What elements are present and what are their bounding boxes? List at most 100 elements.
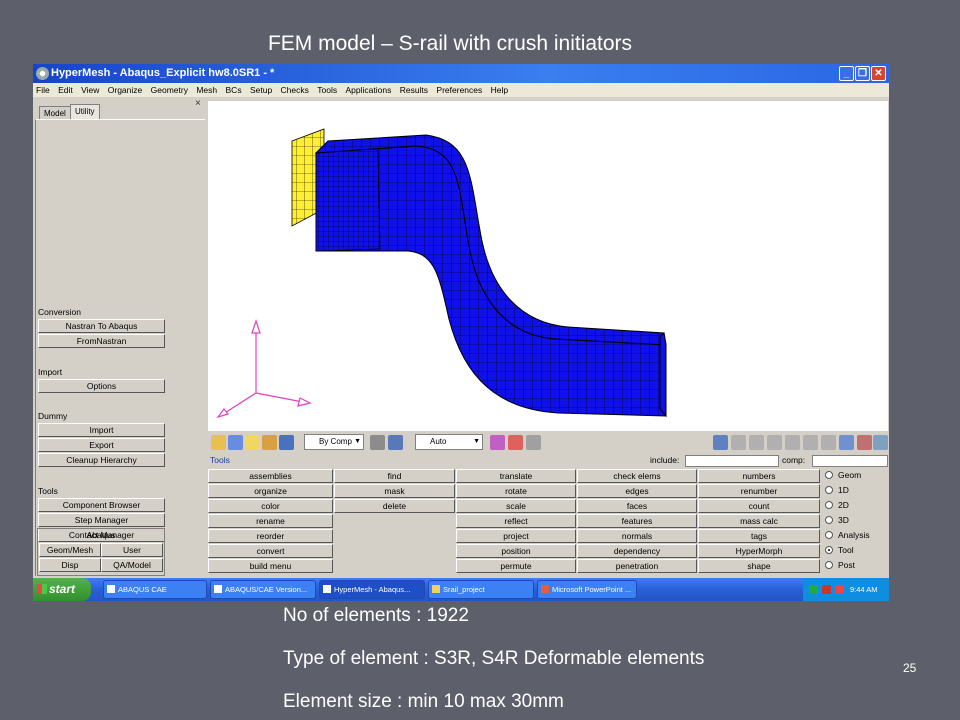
menu-geometry[interactable]: Geometry — [148, 83, 191, 97]
import-button[interactable]: Import — [38, 423, 165, 437]
menu-setup[interactable]: Setup — [247, 83, 275, 97]
tab-utility[interactable]: Utility — [70, 104, 100, 119]
menu-help[interactable]: Help — [488, 83, 511, 97]
fit-icon[interactable] — [767, 435, 782, 450]
cleanup-hierarchy-button[interactable]: Cleanup Hierarchy — [38, 453, 165, 467]
dependency-button[interactable]: dependency — [577, 544, 697, 558]
radio-2d[interactable]: 2D — [825, 500, 849, 510]
components-icon[interactable] — [245, 435, 260, 450]
wireframe-icon[interactable] — [370, 435, 385, 450]
menu-results[interactable]: Results — [397, 83, 431, 97]
radio-geom[interactable]: Geom — [825, 470, 861, 480]
vector-icon[interactable] — [508, 435, 523, 450]
taskbar-item-hypermesh[interactable]: HyperMesh - Abaqus... — [319, 580, 425, 599]
radio-post[interactable]: Post — [825, 560, 855, 570]
menu-file[interactable]: File — [33, 83, 53, 97]
antivirus-icon[interactable] — [835, 585, 844, 594]
user-button[interactable]: User — [101, 543, 163, 557]
normals-button[interactable]: normals — [577, 529, 697, 543]
from-nastran-button[interactable]: FromNastran — [38, 334, 165, 348]
hand-icon[interactable] — [821, 435, 836, 450]
view-icon[interactable] — [839, 435, 854, 450]
radio-analysis[interactable]: Analysis — [825, 530, 870, 540]
cube-icon[interactable] — [279, 435, 294, 450]
taskbar-item-srail-project[interactable]: Srail_project — [428, 580, 534, 599]
menu-bcs[interactable]: BCs — [223, 83, 245, 97]
step-manager-button[interactable]: Step Manager — [38, 513, 165, 527]
rotate-icon[interactable] — [785, 435, 800, 450]
edges-button[interactable]: edges — [577, 484, 697, 498]
menu-checks[interactable]: Checks — [278, 83, 312, 97]
numbers-button[interactable]: numbers — [698, 469, 820, 483]
zoom-icon[interactable] — [731, 435, 746, 450]
color-button[interactable]: color — [208, 499, 333, 513]
faces-button[interactable]: faces — [577, 499, 697, 513]
nastran-to-abaqus-button[interactable]: Nastran To Abaqus — [38, 319, 165, 333]
open-file-icon[interactable] — [211, 435, 226, 450]
clip-icon[interactable] — [490, 435, 505, 450]
convert-button[interactable]: convert — [208, 544, 333, 558]
security-icon[interactable] — [822, 585, 831, 594]
network-icon[interactable] — [809, 585, 818, 594]
radio-tool[interactable]: Tool — [825, 545, 854, 555]
renumber-button[interactable]: renumber — [698, 484, 820, 498]
maximize-button[interactable]: ❐ — [855, 66, 870, 81]
qa-model-button[interactable]: QA/Model — [101, 558, 163, 572]
start-button[interactable]: start — [33, 578, 91, 601]
mask-button[interactable]: mask — [334, 484, 455, 498]
graphics-viewport[interactable] — [208, 101, 888, 431]
check-elems-button[interactable]: check elems — [577, 469, 697, 483]
menu-tools[interactable]: Tools — [314, 83, 340, 97]
close-button[interactable]: ✕ — [871, 66, 886, 81]
menu-preferences[interactable]: Preferences — [433, 83, 485, 97]
export-button[interactable]: Export — [38, 438, 165, 452]
include-field[interactable] — [685, 455, 779, 467]
views-icon[interactable] — [873, 435, 888, 450]
zoom-window-icon[interactable] — [749, 435, 764, 450]
shape-button[interactable]: shape — [698, 559, 820, 573]
geom-mesh-button[interactable]: Geom/Mesh — [39, 543, 101, 557]
tools-icon[interactable] — [526, 435, 541, 450]
hypermorph-button[interactable]: HyperMorph — [698, 544, 820, 558]
component-browser-button[interactable]: Component Browser — [38, 498, 165, 512]
menu-mesh[interactable]: Mesh — [193, 83, 220, 97]
reflect-button[interactable]: reflect — [456, 514, 576, 528]
comp-field[interactable] — [812, 455, 888, 467]
display-mode-dropdown[interactable]: Auto ▼ — [415, 434, 483, 450]
build-menu-button[interactable]: build menu — [208, 559, 333, 573]
reorder-button[interactable]: reorder — [208, 529, 333, 543]
mass-calc-button[interactable]: mass calc — [698, 514, 820, 528]
organize-button[interactable]: organize — [208, 484, 333, 498]
tags-button[interactable]: tags — [698, 529, 820, 543]
permute-button[interactable]: permute — [456, 559, 576, 573]
taskbar-item-powerpoint[interactable]: Microsoft PowerPoint ... — [537, 580, 637, 599]
spin-icon[interactable] — [803, 435, 818, 450]
radio-1d[interactable]: 1D — [825, 485, 849, 495]
features-button[interactable]: features — [577, 514, 697, 528]
display-icon[interactable] — [228, 435, 243, 450]
project-button[interactable]: project — [456, 529, 576, 543]
menu-view[interactable]: View — [78, 83, 102, 97]
shaded-icon[interactable] — [388, 435, 403, 450]
radio-3d[interactable]: 3D — [825, 515, 849, 525]
color-mode-dropdown[interactable]: By Comp ▼ — [304, 434, 364, 450]
panel-close-icon[interactable]: × — [195, 98, 201, 109]
position-button[interactable]: position — [456, 544, 576, 558]
menu-organize[interactable]: Organize — [105, 83, 146, 97]
taskbar-item-abaqus-version[interactable]: ABAQUS/CAE Version... — [210, 580, 316, 599]
options-button[interactable]: Options — [38, 379, 165, 393]
disp-button[interactable]: Disp — [39, 558, 101, 572]
penetration-button[interactable]: penetration — [577, 559, 697, 573]
layers-icon[interactable] — [262, 435, 277, 450]
taskbar-item-abaqus-cae[interactable]: ABAQUS CAE — [103, 580, 207, 599]
menu-applications[interactable]: Applications — [342, 83, 394, 97]
pan-left-icon[interactable] — [713, 435, 728, 450]
find-button[interactable]: find — [334, 469, 455, 483]
delete-button[interactable]: delete — [334, 499, 455, 513]
rotate-button[interactable]: rotate — [456, 484, 576, 498]
translate-button[interactable]: translate — [456, 469, 576, 483]
menu-edit[interactable]: Edit — [55, 83, 76, 97]
minimize-button[interactable]: _ — [839, 66, 854, 81]
reset-view-icon[interactable] — [857, 435, 872, 450]
rename-button[interactable]: rename — [208, 514, 333, 528]
